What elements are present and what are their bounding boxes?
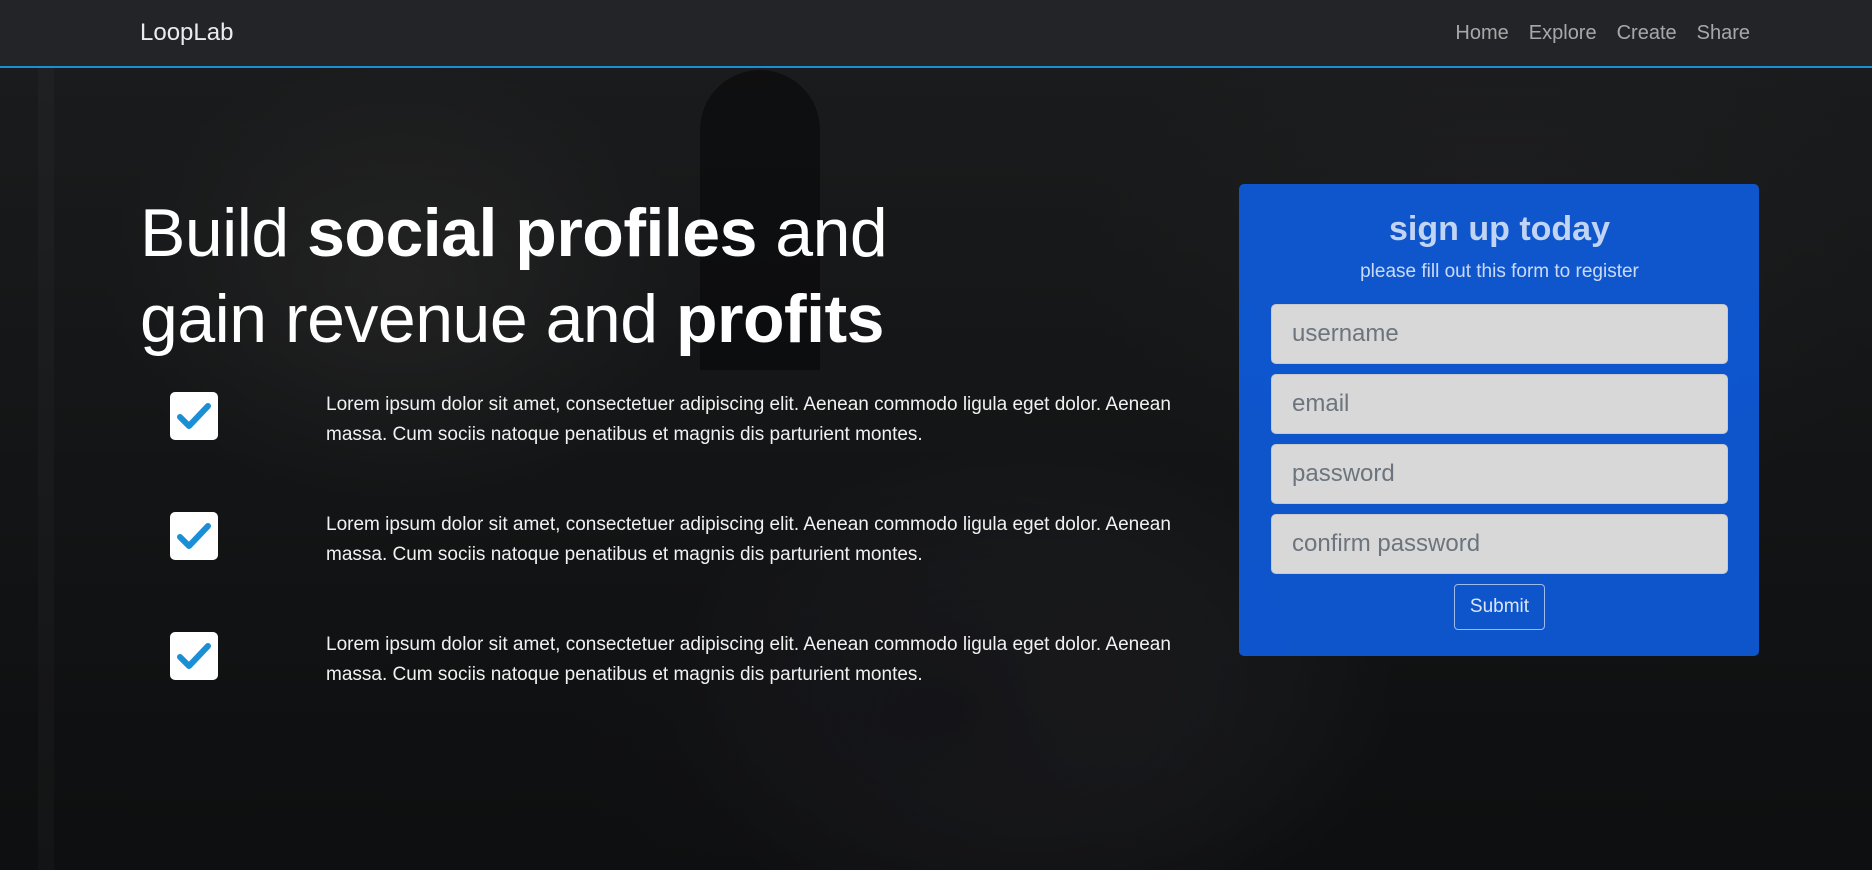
headline-text-1: Build — [140, 195, 308, 271]
feature-text: Lorem ipsum dolor sit amet, consectetuer… — [326, 634, 1171, 685]
feature-text: Lorem ipsum dolor sit amet, consectetuer… — [326, 394, 1171, 445]
nav-link-explore[interactable]: Explore — [1529, 22, 1597, 45]
hero-headline: Build social profiles and gain revenue a… — [140, 190, 1020, 362]
check-icon — [170, 392, 218, 440]
signup-subtitle: please fill out this form to register — [1360, 261, 1639, 282]
feature-item: Lorem ipsum dolor sit amet, consectetuer… — [170, 630, 1180, 750]
feature-item: Lorem ipsum dolor sit amet, consectetuer… — [170, 390, 1180, 510]
signup-card: sign up today please fill out this form … — [1239, 184, 1759, 656]
confirm-password-input[interactable] — [1271, 514, 1728, 574]
brand-link[interactable]: LoopLab — [140, 19, 233, 47]
check-icon — [170, 632, 218, 680]
feature-list: Lorem ipsum dolor sit amet, consectetuer… — [170, 390, 1180, 750]
nav-link-share[interactable]: Share — [1697, 22, 1750, 45]
hero-section: Build social profiles and gain revenue a… — [140, 190, 1020, 362]
password-input[interactable] — [1271, 444, 1728, 504]
headline-bold-2: profits — [675, 281, 885, 357]
headline-bold-1: social profiles — [307, 195, 757, 271]
signup-form: Submit — [1271, 304, 1728, 630]
check-icon — [170, 512, 218, 560]
nav-links: Home Explore Create Share — [1455, 22, 1750, 45]
feature-item: Lorem ipsum dolor sit amet, consectetuer… — [170, 510, 1180, 630]
username-input[interactable] — [1271, 304, 1728, 364]
navbar: LoopLab Home Explore Create Share — [0, 0, 1872, 68]
email-input[interactable] — [1271, 374, 1728, 434]
nav-link-create[interactable]: Create — [1617, 22, 1677, 45]
submit-button[interactable]: Submit — [1453, 584, 1546, 630]
feature-text: Lorem ipsum dolor sit amet, consectetuer… — [326, 514, 1171, 565]
signup-title: sign up today — [1389, 210, 1610, 248]
nav-link-home[interactable]: Home — [1455, 22, 1508, 45]
